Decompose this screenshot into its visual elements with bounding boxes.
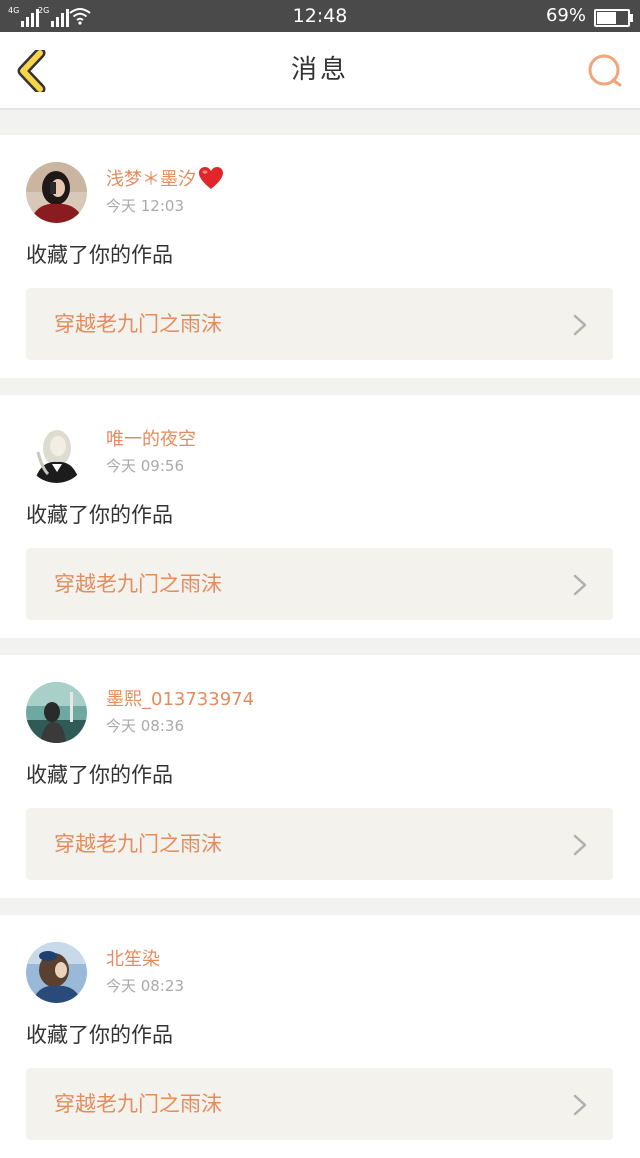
message-card: 唯一的夜空 今天 09:56 收藏了你的作品 穿越老九门之雨沫 — [0, 395, 640, 638]
work-link[interactable]: 穿越老九门之雨沫 — [26, 288, 613, 360]
page-title: 消息 — [290, 55, 349, 85]
action-text: 收藏了你的作品 — [26, 1023, 173, 1047]
avatar[interactable] — [26, 162, 87, 223]
message-time: 今天 09:56 — [106, 457, 184, 475]
search-icon[interactable] — [586, 52, 624, 90]
work-link[interactable]: 穿越老九门之雨沫 — [26, 1068, 613, 1140]
message-card: 北笙染 今天 08:23 收藏了你的作品 穿越老九门之雨沫 — [0, 915, 640, 1158]
username[interactable]: 北笙染 — [106, 949, 160, 971]
battery-icon — [594, 9, 633, 27]
username[interactable]: 墨熙_013733974 — [106, 689, 254, 711]
work-title: 穿越老九门之雨沫 — [54, 572, 222, 596]
action-text: 收藏了你的作品 — [26, 763, 173, 787]
action-text: 收藏了你的作品 — [26, 243, 173, 267]
chevron-right-icon — [573, 574, 587, 596]
message-time: 今天 08:23 — [106, 977, 184, 995]
work-title: 穿越老九门之雨沫 — [54, 832, 222, 856]
status-time: 12:48 — [292, 5, 348, 27]
work-title: 穿越老九门之雨沫 — [54, 1092, 222, 1116]
heart-icon — [199, 167, 223, 189]
battery-level-fill — [597, 12, 616, 24]
work-link[interactable]: 穿越老九门之雨沫 — [26, 548, 613, 620]
message-time: 今天 08:36 — [106, 717, 184, 735]
chevron-right-icon — [573, 314, 587, 336]
work-title: 穿越老九门之雨沫 — [54, 312, 222, 336]
username-text: 浅梦＊墨汐 — [106, 169, 196, 190]
chevron-right-icon — [573, 834, 587, 856]
avatar[interactable] — [26, 942, 87, 1003]
message-time: 今天 12:03 — [106, 197, 184, 215]
avatar[interactable] — [26, 682, 87, 743]
action-text: 收藏了你的作品 — [26, 503, 173, 527]
message-card: 浅梦＊墨汐 今天 12:03 收藏了你的作品 穿越老九门之雨沫 — [0, 135, 640, 378]
chevron-right-icon — [573, 1094, 587, 1116]
status-bar: 4G 2G 12:48 69% — [0, 0, 640, 32]
username[interactable]: 唯一的夜空 — [106, 429, 196, 451]
header: 消息 — [0, 32, 640, 110]
battery-percent: 69% — [545, 5, 586, 26]
username[interactable]: 浅梦＊墨汐 — [106, 167, 224, 191]
message-card: 墨熙_013733974 今天 08:36 收藏了你的作品 穿越老九门之雨沫 — [0, 655, 640, 898]
work-link[interactable]: 穿越老九门之雨沫 — [26, 808, 613, 880]
avatar[interactable] — [26, 422, 87, 483]
